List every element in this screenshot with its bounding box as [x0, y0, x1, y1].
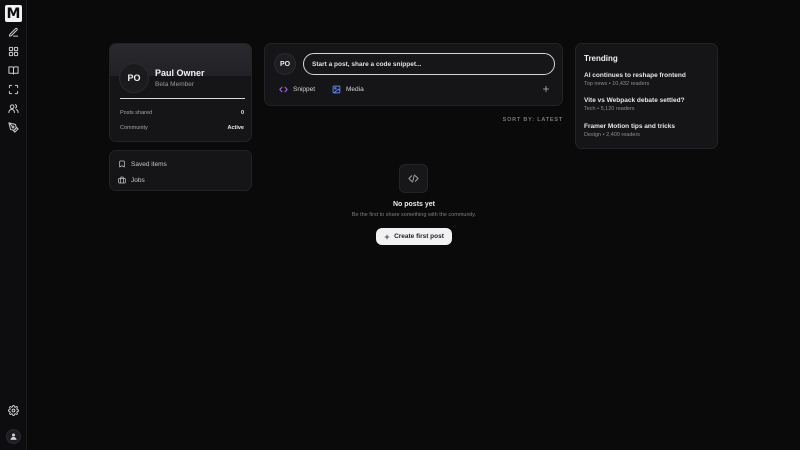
book-icon[interactable]: [6, 63, 21, 78]
logo-letter: M: [6, 5, 21, 22]
saved-items-label: Saved items: [131, 160, 167, 168]
more-options-button[interactable]: [540, 83, 552, 95]
jobs-label: Jobs: [131, 176, 145, 184]
stat-value: 0: [240, 110, 244, 116]
empty-state-title: No posts yet: [392, 201, 435, 208]
media-label: Media: [346, 86, 364, 93]
trending-item[interactable]: AI continues to reshape frontend Top new…: [584, 72, 712, 87]
empty-state-code-icon: [399, 164, 428, 193]
left-rail: M: [0, 0, 27, 450]
saved-items-link[interactable]: Saved items: [118, 160, 167, 168]
snippet-label: Snippet: [293, 86, 316, 93]
stat-label: Community: [120, 125, 148, 131]
stat-value: Active: [227, 125, 244, 131]
profile-name[interactable]: Paul Owner: [155, 68, 205, 78]
plus-icon: [384, 234, 390, 239]
plus-icon: [542, 85, 550, 93]
app-root: M PO Paul Owner Beta Member Posts shared…: [0, 0, 800, 450]
briefcase-icon: [118, 176, 126, 184]
profile-role: Beta Member: [155, 81, 195, 88]
trending-title: Framer Motion tips and tricks: [584, 123, 676, 130]
user-avatar[interactable]: [6, 429, 21, 444]
shortcuts-card: Saved items Jobs: [109, 150, 252, 191]
profile-divider: [120, 98, 245, 99]
trending-meta: Tech • 5,120 readers: [584, 106, 635, 112]
post-input[interactable]: [303, 53, 555, 75]
trending-meta: Design • 2,400 readers: [584, 132, 641, 138]
composer-avatar: PO: [274, 53, 296, 75]
trending-meta: Top news • 10,432 readers: [584, 81, 650, 87]
post-composer: PO Snippet Media: [264, 43, 563, 106]
person-icon: [10, 433, 17, 440]
edit-icon[interactable]: [6, 25, 21, 40]
pen-tool-icon[interactable]: [6, 120, 21, 135]
trending-item[interactable]: Vite vs Webpack debate settled? Tech • 5…: [584, 97, 712, 112]
jobs-link[interactable]: Jobs: [118, 176, 145, 184]
sort-dropdown[interactable]: SORT BY: LATEST: [480, 117, 563, 123]
stat-label: Posts shared: [120, 110, 153, 116]
trending-item[interactable]: Framer Motion tips and tricks Design • 2…: [584, 123, 712, 138]
trending-card: Trending AI continues to reshape fronten…: [575, 43, 718, 149]
trending-title: Vite vs Webpack debate settled?: [584, 97, 685, 104]
code-icon: [279, 86, 288, 93]
media-button[interactable]: Media: [332, 85, 364, 94]
app-logo[interactable]: M: [5, 5, 22, 22]
bookmark-icon: [119, 160, 125, 168]
profile-avatar[interactable]: PO: [119, 63, 149, 93]
image-icon: [332, 85, 341, 94]
create-first-post-button[interactable]: Create first post: [376, 228, 452, 245]
users-icon[interactable]: [6, 101, 21, 116]
scan-icon[interactable]: [6, 82, 21, 97]
stat-posts-shared: Posts shared 0: [120, 110, 244, 116]
settings-icon[interactable]: [6, 403, 21, 418]
create-first-post-label: Create first post: [394, 233, 444, 240]
grid-icon[interactable]: [6, 44, 21, 59]
snippet-button[interactable]: Snippet: [279, 85, 315, 94]
trending-heading: Trending: [584, 54, 618, 63]
trending-title: AI continues to reshape frontend: [584, 72, 686, 79]
stat-community: Community Active: [120, 125, 244, 131]
profile-card: PO Paul Owner Beta Member Posts shared 0…: [109, 43, 252, 142]
empty-state-subtitle: Be the first to share something with the…: [351, 212, 477, 218]
